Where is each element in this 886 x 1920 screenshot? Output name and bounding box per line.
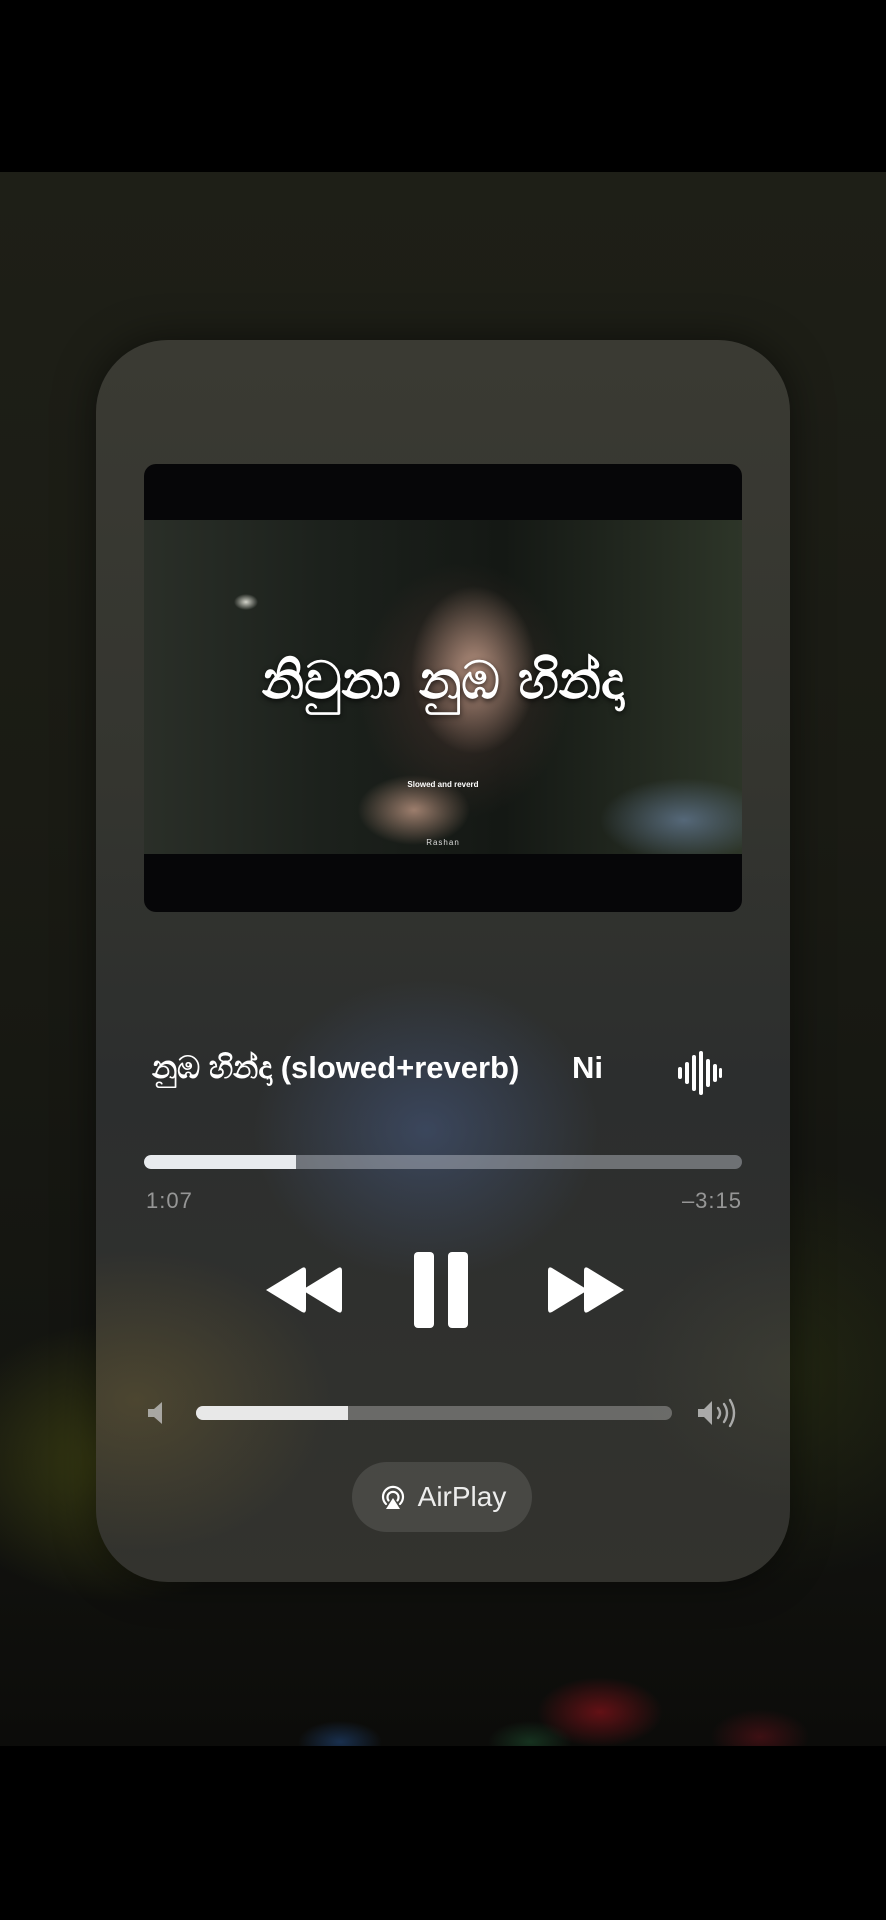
pause-icon (414, 1252, 468, 1328)
airplay-label: AirPlay (417, 1481, 507, 1512)
playback-progress-fill (144, 1155, 297, 1169)
artwork-subtitle: Slowed and reverd (407, 780, 479, 789)
screen: නිවුනා නුඹ හින්දා Slowed and reverd Rash… (0, 0, 886, 1920)
pause-button[interactable] (410, 1250, 472, 1330)
album-artwork[interactable]: නිවුනා නුඹ හින්දා Slowed and reverd Rash… (144, 464, 742, 912)
airplay-button[interactable]: AirPlay (352, 1462, 532, 1532)
fast-forward-icon (548, 1267, 624, 1313)
elapsed-time: 1:07 (146, 1188, 193, 1213)
remaining-time: –3:15 (681, 1188, 742, 1213)
waveform-icon (678, 1051, 722, 1095)
track-title: නුඹ හින්දා (slowed+reverb) (152, 1050, 520, 1085)
fast-forward-button[interactable] (542, 1262, 628, 1318)
airplay-icon (381, 1485, 404, 1509)
volume-slider[interactable] (196, 1406, 672, 1420)
now-playing-card: නිවුනා නුඹ හින්දා Slowed and reverd Rash… (96, 340, 790, 1582)
volume-level-fill (196, 1406, 349, 1420)
speaker-high-icon (698, 1398, 736, 1428)
track-title-marquee[interactable]: නුඹ හින්දා (slowed+reverb) Ni (152, 1046, 612, 1096)
artwork-credit: Rashan (426, 838, 460, 847)
artwork-title: නිවුනා නුඹ හින්දා (261, 650, 625, 711)
speaker-low-icon (148, 1402, 162, 1424)
rewind-button[interactable] (262, 1262, 348, 1318)
playback-scrubber[interactable] (144, 1155, 742, 1169)
track-title-repeat: Ni (572, 1050, 603, 1085)
rewind-icon (266, 1267, 342, 1313)
